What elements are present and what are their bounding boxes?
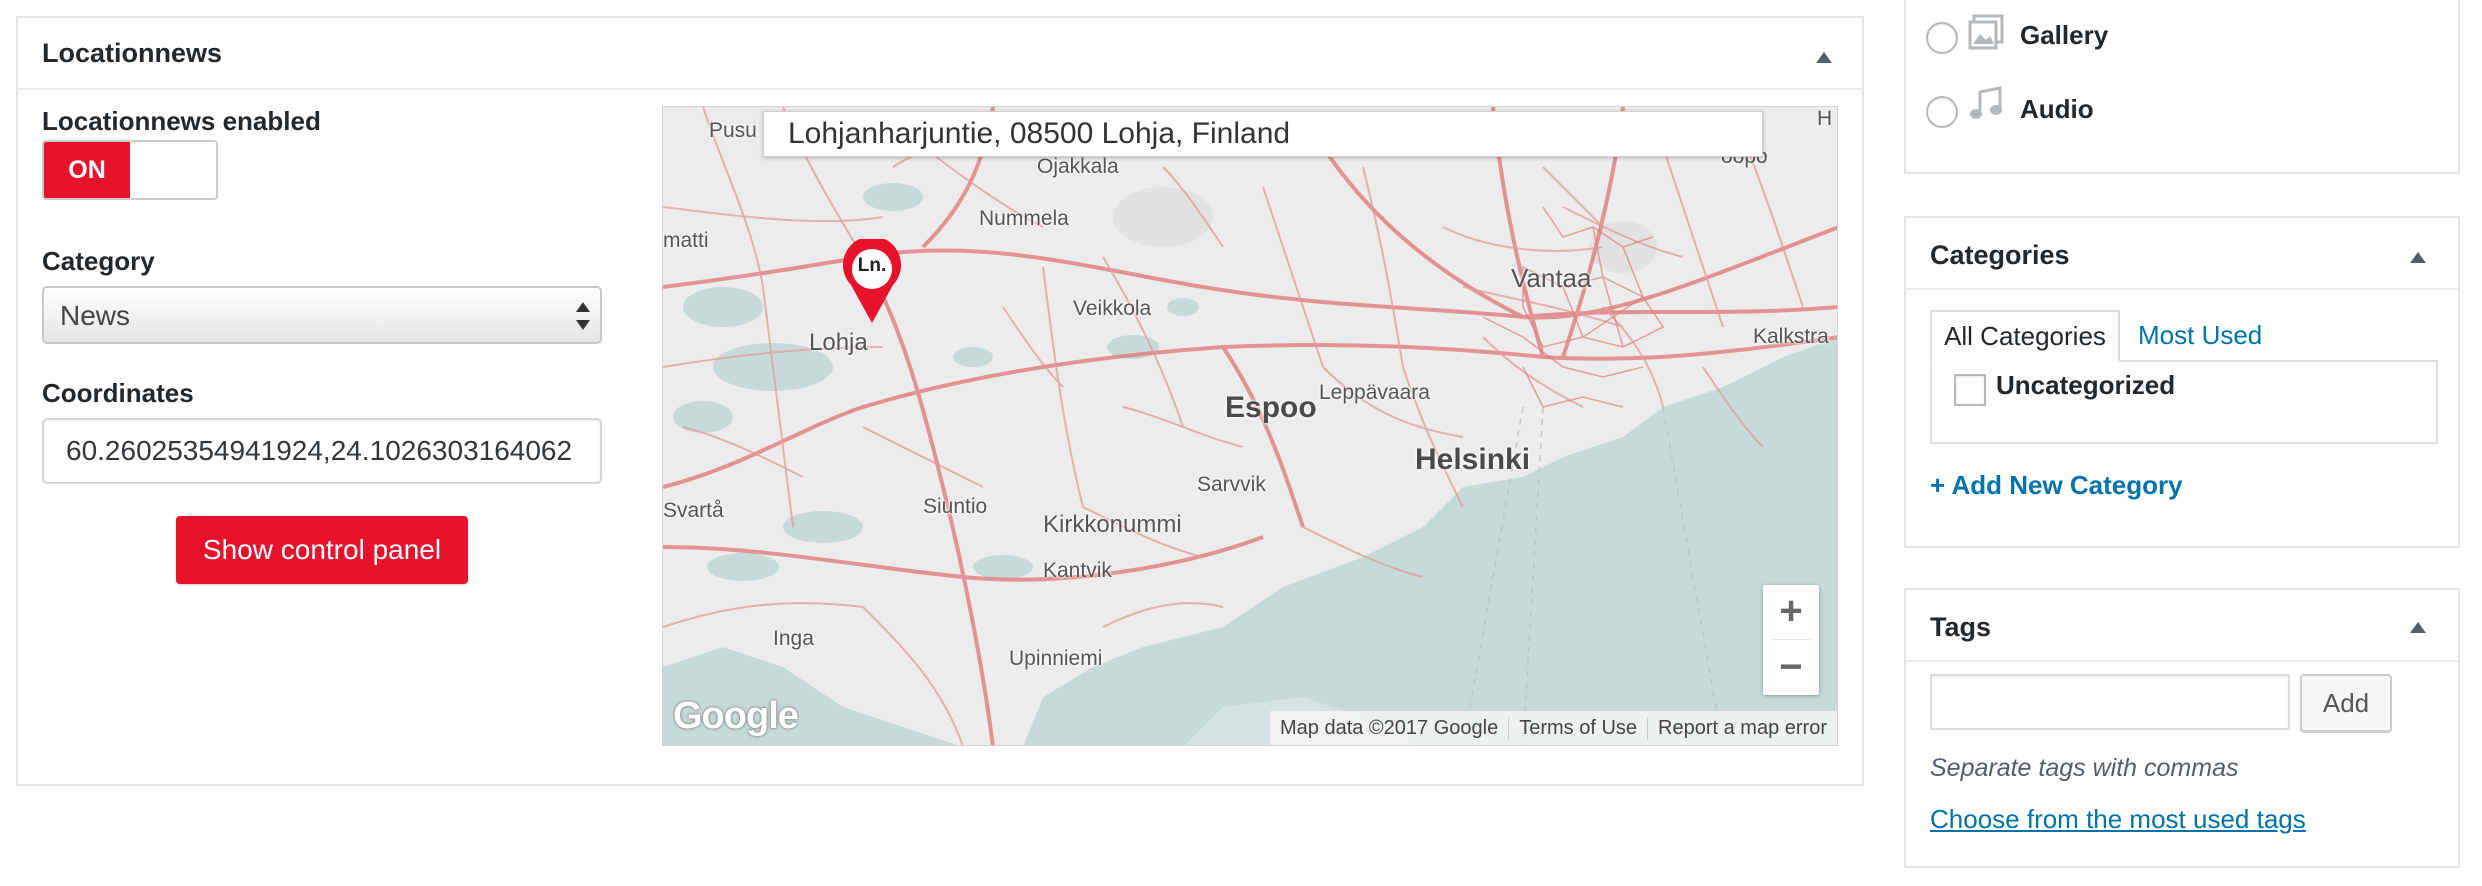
location-marker[interactable]: Ln. bbox=[841, 239, 903, 325]
map-label-kalkstra: Kalkstra bbox=[1753, 325, 1829, 348]
show-control-panel-button[interactable]: Show control panel bbox=[176, 516, 468, 584]
map-tiles bbox=[663, 107, 1837, 745]
map-label-h: H bbox=[1817, 107, 1833, 130]
uncategorized-checkbox[interactable] bbox=[1954, 374, 1986, 406]
enabled-label: Locationnews enabled bbox=[42, 106, 321, 136]
locationnews-box: Locationnews Locationnews enabled ON Cat… bbox=[16, 16, 1864, 786]
add-new-category-link[interactable]: + Add New Category bbox=[1930, 470, 2183, 501]
choose-most-used-tags-link[interactable]: Choose from the most used tags bbox=[1930, 804, 2306, 835]
report-map-error-link[interactable]: Report a map error bbox=[1647, 716, 1837, 740]
map-attribution: Map data ©2017 Google Terms of Use Repor… bbox=[1269, 711, 1837, 745]
map-label-leppavaara: Leppävaara bbox=[1319, 381, 1430, 404]
categories-title: Categories bbox=[1930, 240, 2070, 270]
map-label-upinniemi: Upinniemi bbox=[1009, 647, 1103, 670]
map-label-vantaa: Vantaa bbox=[1511, 263, 1592, 293]
toggle-on-label: ON bbox=[44, 142, 130, 198]
zoom-divider bbox=[1771, 639, 1811, 640]
categories-header[interactable]: Categories bbox=[1906, 218, 2458, 290]
map-label-lohja: Lohja bbox=[809, 329, 868, 356]
map-label-veikkola: Veikkola bbox=[1073, 297, 1152, 320]
audio-icon bbox=[1968, 86, 2004, 122]
terms-of-use-link[interactable]: Terms of Use bbox=[1508, 716, 1647, 740]
categories-box: Categories All Categories Most Used Unca… bbox=[1904, 216, 2460, 548]
tags-hint: Separate tags with commas bbox=[1930, 754, 2239, 782]
marker-label: Ln. bbox=[857, 255, 887, 276]
tags-header[interactable]: Tags bbox=[1906, 590, 2458, 662]
google-logo[interactable]: Google bbox=[673, 695, 799, 738]
new-tag-input[interactable] bbox=[1930, 674, 2290, 730]
zoom-controls: + − bbox=[1763, 585, 1819, 695]
map-pin-icon bbox=[843, 239, 901, 323]
map-label-inga: Inga bbox=[773, 627, 814, 650]
collapse-arrow-icon[interactable] bbox=[1816, 52, 1832, 63]
map-label-nummela: Nummela bbox=[979, 207, 1069, 230]
collapse-arrow-icon[interactable] bbox=[2410, 622, 2426, 633]
post-format-box: Gallery Audio bbox=[1904, 0, 2460, 174]
gallery-label: Gallery bbox=[2020, 20, 2109, 50]
tab-all-categories[interactable]: All Categories bbox=[1930, 310, 2120, 362]
category-select[interactable]: News bbox=[42, 286, 602, 344]
map-label-siuntio: Siuntio bbox=[923, 495, 988, 518]
select-arrows-icon bbox=[576, 300, 590, 332]
tab-most-used[interactable]: Most Used bbox=[2138, 320, 2262, 351]
category-label: Uncategorized bbox=[1996, 370, 2176, 400]
locationnews-header[interactable]: Locationnews bbox=[18, 18, 1862, 90]
zoom-out-button[interactable]: − bbox=[1763, 641, 1819, 695]
enabled-toggle[interactable]: ON bbox=[42, 140, 218, 200]
zoom-in-button[interactable]: + bbox=[1763, 585, 1819, 639]
map-search-input[interactable] bbox=[763, 111, 1763, 157]
map-label-pusu: Pusu bbox=[709, 119, 757, 142]
add-tag-button[interactable]: Add bbox=[2300, 674, 2392, 732]
map-label-matti: matti bbox=[663, 229, 709, 252]
tags-title: Tags bbox=[1930, 612, 1992, 642]
map-label-kantvik: Kantvik bbox=[1043, 559, 1112, 582]
category-select-value: News bbox=[60, 300, 131, 331]
tags-box: Tags Add Separate tags with commas Choos… bbox=[1904, 588, 2460, 868]
map-label-espoo: Espoo bbox=[1225, 391, 1317, 424]
gallery-radio[interactable] bbox=[1926, 22, 1958, 54]
map-data-attribution: Map data ©2017 Google bbox=[1279, 716, 1499, 739]
map-label-helsinki: Helsinki bbox=[1415, 443, 1531, 476]
locationnews-title: Locationnews bbox=[42, 38, 223, 68]
category-checklist: Uncategorized bbox=[1930, 360, 2438, 444]
map-label-ojakkala: Ojakkala bbox=[1037, 155, 1119, 178]
map-label-sarvvik: Sarvvik bbox=[1197, 473, 1266, 496]
coordinates-label: Coordinates bbox=[42, 378, 194, 408]
map-view[interactable]: Pusu oopo H Ojakkala Nummela matti Lohja… bbox=[662, 106, 1838, 746]
audio-label: Audio bbox=[2020, 94, 2094, 124]
map-label-svarta: Svartå bbox=[663, 499, 724, 522]
map-label-kirkkonummi: Kirkkonummi bbox=[1043, 511, 1182, 538]
gallery-icon bbox=[1968, 14, 2004, 50]
coordinates-input[interactable] bbox=[42, 418, 602, 484]
audio-radio[interactable] bbox=[1926, 96, 1958, 128]
collapse-arrow-icon[interactable] bbox=[2410, 252, 2426, 263]
category-label: Category bbox=[42, 246, 155, 276]
